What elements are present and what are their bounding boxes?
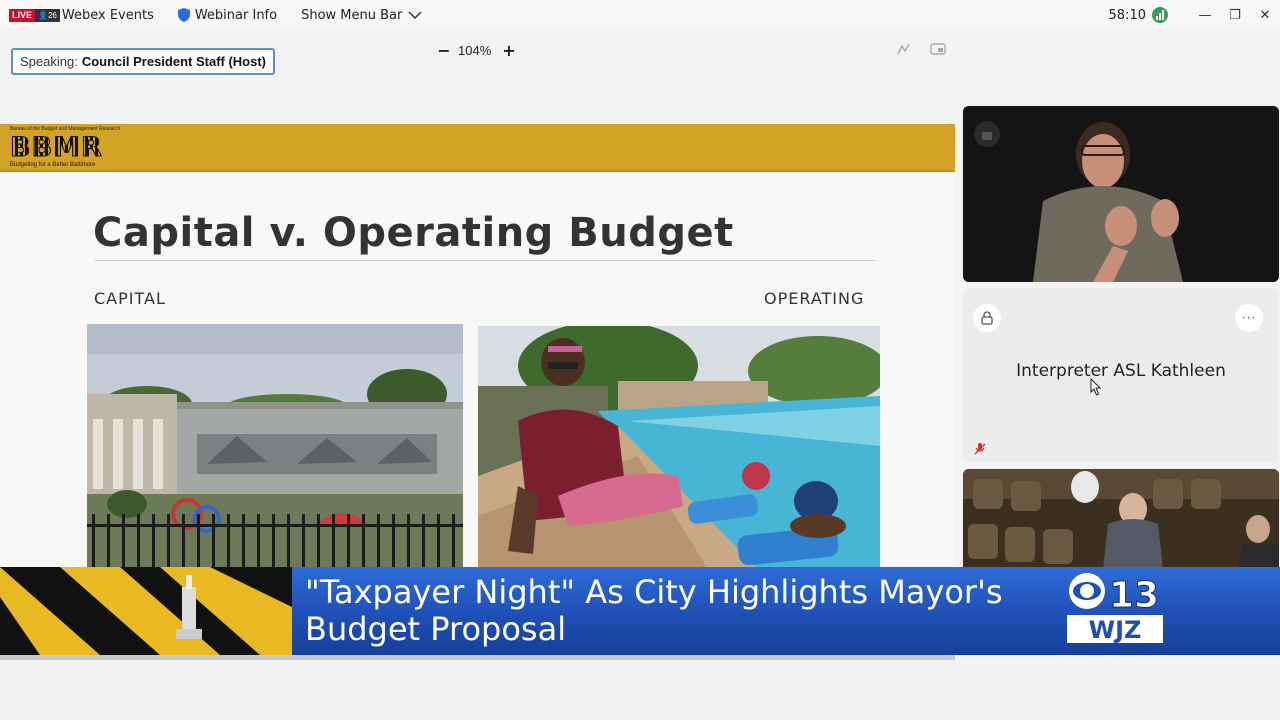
capital-label: CAPITAL [94,289,166,308]
minimize-icon[interactable]: — [1190,0,1220,30]
headline: "Taxpayer Night" As City Highlights Mayo… [305,574,1005,648]
headline-line-2: Budget Proposal [305,610,567,648]
station-call-letters: WJZ [1089,616,1142,644]
speaking-indicator: Speaking: Council President Staff (Host) [11,48,276,75]
speaking-name: Council President Staff (Host) [81,54,267,69]
slide-banner: Bureau of the Budget and Management Rese… [0,124,955,172]
capital-photo [87,324,463,569]
chevron-down-icon [408,11,422,20]
station-channel: 13 [1109,575,1159,616]
slide-divider [95,260,875,261]
mic-muted-icon [974,443,986,455]
zoom-out-button[interactable]: − [436,41,452,60]
council-chamber-video [963,469,1279,569]
title-bar-right: 58:10 — ❐ ✕ [1109,0,1280,30]
cursor-icon [1090,378,1102,396]
close-icon[interactable]: ✕ [1250,0,1280,30]
interpreter-name: Interpreter ASL Kathleen [1016,361,1226,381]
session-timer: 58:10 [1108,7,1146,23]
webinar-info-label: Webinar Info [194,7,278,23]
popout-icon[interactable] [930,42,946,56]
interpreter-video [963,106,1279,282]
bbmr-logo-tagline: Budgeting for a Better Baltimore [10,162,96,168]
zoom-level: 104% [458,43,492,58]
restore-icon[interactable]: ❐ [1220,0,1250,30]
interpreter-name-tile[interactable]: ··· Interpreter ASL Kathleen [963,288,1279,463]
news-lower-third: "Taxpayer Night" As City Highlights Mayo… [0,567,1280,655]
operating-label: OPERATING [764,289,865,308]
annotate-icon[interactable] [896,42,912,56]
headline-line-1: "Taxpayer Night" As City Highlights Mayo… [305,573,1003,611]
bbmr-logo-text: BBMR [10,132,103,164]
viewer-count-badge: 👤26 [35,8,60,22]
lock-icon[interactable] [973,304,1001,332]
more-icon[interactable]: ··· [1235,304,1263,332]
network-icon[interactable] [1152,7,1168,23]
headline-box: "Taxpayer Night" As City Highlights Mayo… [292,567,1280,655]
zoom-in-button[interactable]: + [501,41,517,60]
cbs-eye-icon [1069,573,1105,609]
title-bar: LIVE 👤26 Webex Events Webinar Info Show … [0,0,1280,30]
show-menu-bar-button[interactable]: Show Menu Bar [301,8,427,23]
slide-title: Capital v. Operating Budget [93,210,734,256]
shield-icon [177,8,190,22]
webinar-info-button[interactable]: Webinar Info [177,7,278,23]
show-menu-bar-label: Show Menu Bar [301,7,403,23]
baltimore-flag-graphic [0,567,292,655]
bottom-area [0,660,1280,720]
viewer-count: 26 [47,10,57,20]
bbmr-logo: Bureau of the Budget and Management Rese… [4,126,144,170]
app-name: Webex Events [61,7,154,23]
operating-photo [478,326,880,569]
live-badge: LIVE [9,8,36,22]
cbs13-wjz-logo: 13 WJZ [1067,573,1163,644]
speaking-label: Speaking: [20,54,78,69]
